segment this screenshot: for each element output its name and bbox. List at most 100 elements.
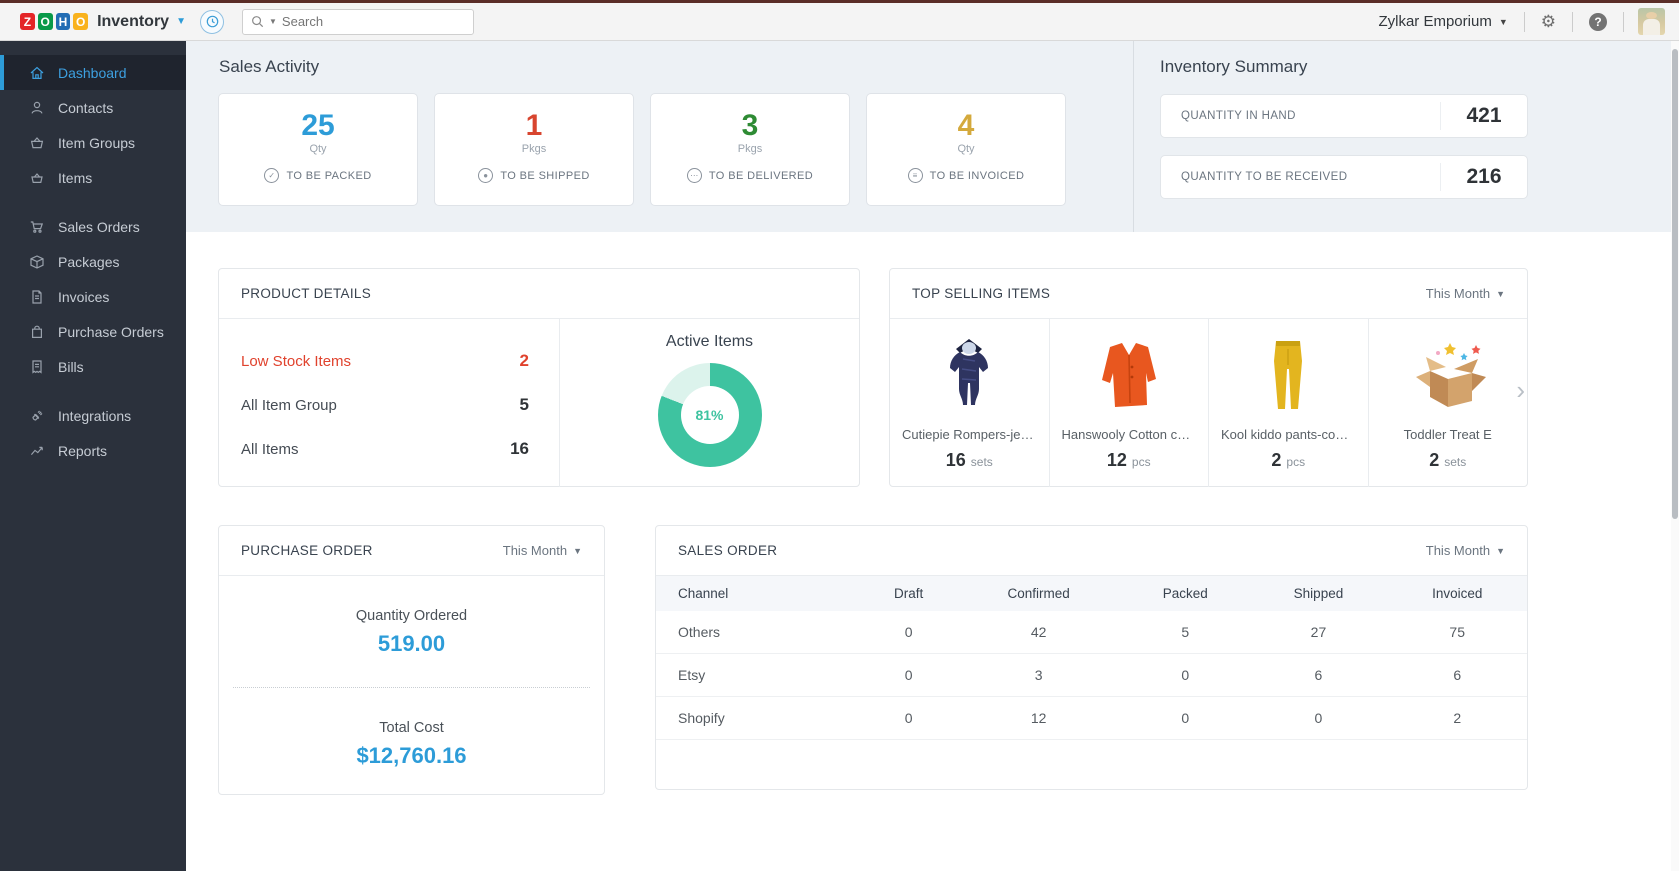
item-qty: 2 (1429, 450, 1440, 470)
sidebar-item-label: Items (58, 169, 93, 186)
user-avatar[interactable] (1638, 8, 1665, 35)
all-items-row[interactable]: All Items 16 (241, 427, 529, 471)
gear-icon[interactable]: ⚙ (1525, 12, 1572, 32)
row-label: All Items (241, 440, 299, 458)
to-be-invoiced-card[interactable]: 4 Qty ≡ TO BE INVOICED (866, 93, 1066, 206)
topbar-right: Zylkar Emporium ▼ ⚙ ? (1362, 8, 1679, 35)
scrollbar-thumb[interactable] (1672, 49, 1678, 519)
item-name: Toddler Treat E (1403, 427, 1492, 442)
search-scope-caret-icon[interactable]: ▼ (269, 17, 277, 26)
top-selling-items-title: TOP SELLING ITEMS (912, 286, 1051, 301)
inventory-summary-title: Inventory Summary (1160, 57, 1308, 76)
period-label: This Month (1425, 543, 1491, 558)
to-be-packed-card[interactable]: 25 Qty ✓ TO BE PACKED (218, 93, 418, 206)
item-name: Hanswooly Cotton cas... (1061, 427, 1202, 442)
sales-order-card: SALES ORDER This Month ▼ Channel Draft C… (655, 525, 1528, 790)
search-input[interactable] (281, 14, 465, 29)
unit-label: Pkgs (521, 143, 547, 155)
quantity-in-hand-value: 421 (1466, 104, 1502, 127)
org-name: Zylkar Emporium (1378, 13, 1492, 30)
period-label: This Month (1425, 286, 1491, 301)
quantity-to-be-received-value: 216 (1466, 165, 1502, 188)
table-row[interactable]: Shopify 0 12 0 0 2 (656, 696, 1527, 740)
sidebar-item-sales-orders[interactable]: Sales Orders (0, 209, 186, 244)
chevron-down-icon[interactable]: ▼ (176, 16, 186, 27)
item-qty: 2 (1271, 450, 1282, 470)
product-details-card: PRODUCT DETAILS Low Stock Items 2 All It… (218, 268, 860, 487)
yellow-pants-image (1209, 331, 1368, 419)
to-be-shipped-card[interactable]: 1 Pkgs ● TO BE SHIPPED (434, 93, 634, 206)
top-selling-item[interactable]: Kool kiddo pants-cow ... 2 pcs (1208, 319, 1368, 487)
to-be-delivered-card[interactable]: 3 Pkgs ⋯ TO BE DELIVERED (650, 93, 850, 206)
purchase-order-period-dropdown[interactable]: This Month ▼ (503, 543, 582, 558)
sidebar-item-purchase-orders[interactable]: Purchase Orders (0, 314, 186, 349)
cell: Shopify (656, 696, 861, 740)
purchase-order-card: PURCHASE ORDER This Month ▼ Quantity Ord… (218, 525, 605, 795)
gift-box-image (1369, 331, 1528, 419)
document-icon (32, 289, 42, 304)
cell: 27 (1249, 611, 1388, 654)
logo-letter-o2: O (73, 13, 89, 30)
chevron-down-icon: ▼ (1498, 16, 1508, 27)
sidebar-item-bills[interactable]: Bills (0, 349, 186, 384)
sidebar-item-label: Bills (58, 358, 84, 375)
sidebar-item-label: Purchase Orders (58, 323, 164, 340)
top-selling-period-dropdown[interactable]: This Month ▼ (1426, 286, 1505, 301)
item-qty: 12 (1106, 450, 1127, 470)
vertical-scrollbar[interactable] (1671, 41, 1679, 871)
active-items-label: Active Items (665, 333, 754, 350)
sidebar-item-item-groups[interactable]: Item Groups (0, 125, 186, 160)
top-selling-item[interactable]: Cutiepie Rompers-jet ... 16 sets (890, 319, 1049, 487)
zoho-logo[interactable]: Z O H O Inventory ▼ (0, 13, 186, 31)
to-be-packed-value: 25 (301, 109, 335, 142)
active-items-donut: 81% (657, 363, 762, 467)
top-selling-item[interactable]: Toddler Treat E 2 sets (1367, 319, 1528, 487)
cell: 0 (861, 653, 957, 697)
table-header-row: Channel Draft Confirmed Packed Shipped I… (656, 576, 1527, 611)
help-icon[interactable]: ? (1589, 12, 1607, 31)
basket-icon (31, 172, 43, 183)
quantity-in-hand-row[interactable]: QUANTITY IN HAND 421 (1160, 94, 1528, 138)
to-be-invoiced-value: 4 (957, 109, 975, 142)
sidebar-item-contacts[interactable]: Contacts (0, 90, 186, 125)
sales-order-title: SALES ORDER (678, 543, 778, 558)
sidebar-item-items[interactable]: Items (0, 160, 186, 195)
logo-letter-h: H (55, 13, 71, 30)
delivered-circle-icon: ⋯ (686, 168, 702, 183)
divider (1623, 11, 1624, 32)
plug-icon (32, 410, 43, 421)
sales-activity-title: Sales Activity (219, 57, 320, 76)
org-picker[interactable]: Zylkar Emporium ▼ (1362, 13, 1523, 30)
sidebar-item-reports[interactable]: Reports (0, 433, 186, 468)
column-header: Shipped (1249, 576, 1388, 611)
card-label: TO BE INVOICED (929, 169, 1025, 182)
all-item-group-row[interactable]: All Item Group 5 (241, 383, 529, 427)
sidebar-item-dashboard[interactable]: Dashboard (0, 55, 186, 90)
purchase-order-title: PURCHASE ORDER (241, 543, 373, 558)
history-icon[interactable] (200, 9, 224, 34)
sales-order-period-dropdown[interactable]: This Month ▼ (1426, 543, 1505, 558)
column-header: Invoiced (1387, 576, 1527, 611)
sidebar-item-invoices[interactable]: Invoices (0, 279, 186, 314)
search-box[interactable]: ▼ (242, 8, 474, 35)
carousel-next-icon[interactable]: › (1516, 377, 1525, 403)
cell: Etsy (656, 653, 861, 697)
chevron-down-icon: ▼ (573, 545, 582, 556)
sidebar-item-integrations[interactable]: Integrations (0, 398, 186, 433)
column-header: Draft (861, 576, 957, 611)
quantity-to-be-received-row[interactable]: QUANTITY TO BE RECEIVED 216 (1160, 155, 1528, 199)
table-row[interactable]: Others 0 42 5 27 75 (656, 611, 1527, 654)
unit-label: Pkgs (737, 143, 763, 155)
sidebar-item-packages[interactable]: Packages (0, 244, 186, 279)
row-label: Low Stock Items (241, 352, 352, 370)
sidebar-item-label: Integrations (58, 407, 132, 424)
row-label: All Item Group (241, 396, 337, 414)
total-cost-value: $12,760.16 (356, 743, 467, 768)
sales-activity-cards: 25 Qty ✓ TO BE PACKED 1 Pkgs ● TO BE SHIPP… (218, 93, 1066, 206)
cell: 42 (956, 611, 1122, 654)
sidebar-item-label: Reports (58, 442, 108, 459)
table-row[interactable]: Etsy 0 3 0 6 6 (656, 653, 1527, 697)
top-selling-item[interactable]: Hanswooly Cotton cas... 12 pcs (1048, 319, 1209, 487)
low-stock-items-row[interactable]: Low Stock Items 2 (241, 339, 529, 383)
top-selling-items-card: TOP SELLING ITEMS This Month ▼ Cutiepie … (889, 268, 1528, 487)
